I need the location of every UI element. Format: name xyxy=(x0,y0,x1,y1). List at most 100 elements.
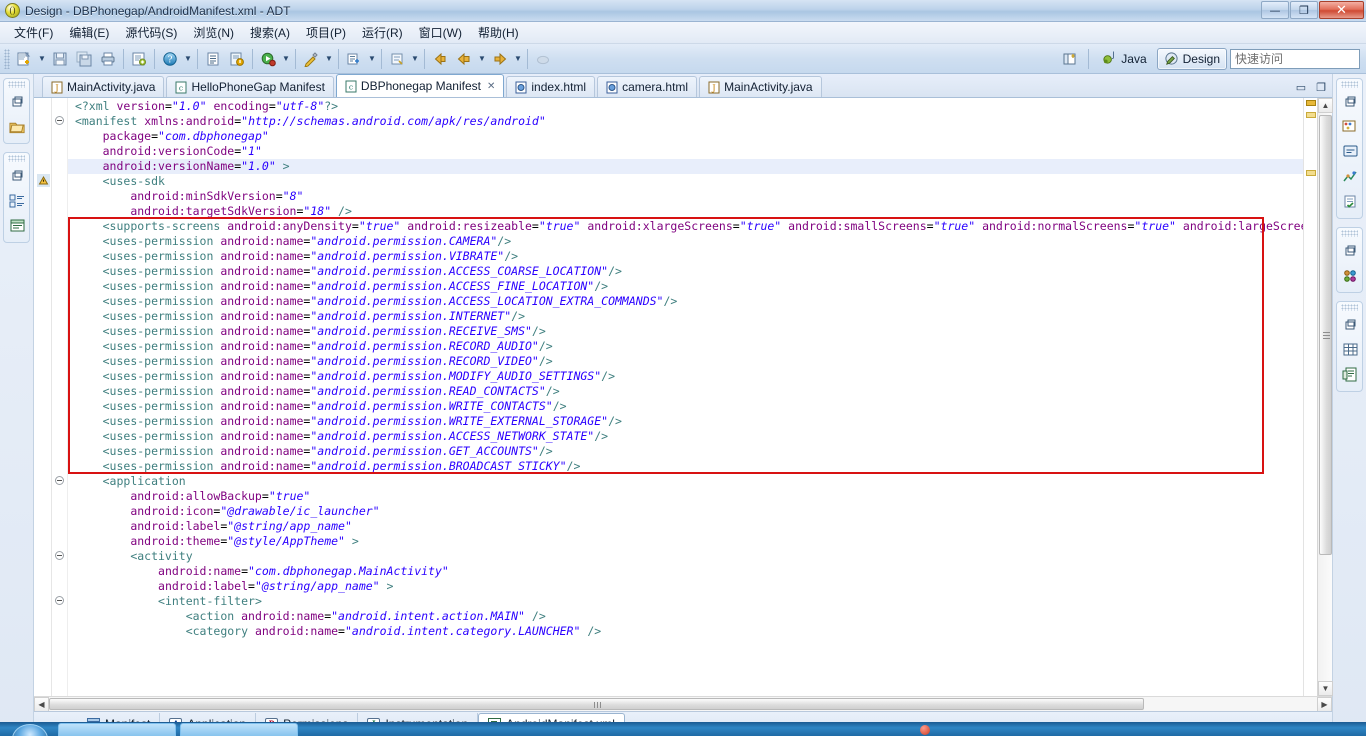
code-line[interactable]: <intent-filter> xyxy=(68,594,1303,609)
code-line[interactable]: android:targetSdkVersion="18" /> xyxy=(68,204,1303,219)
fold-toggle-icon[interactable] xyxy=(55,476,64,485)
code-line[interactable]: <category android:name="android.intent.c… xyxy=(68,624,1303,639)
code-line[interactable]: <uses-permission android:name="android.p… xyxy=(68,234,1303,249)
horizontal-scroll-track[interactable] xyxy=(49,697,1317,711)
editor-tab-dbphonegap-manifest[interactable]: c DBPhonegap Manifest ✕ xyxy=(335,74,505,97)
restore-icon[interactable] xyxy=(1337,90,1363,114)
back-icon[interactable] xyxy=(429,48,451,70)
taskbar-item[interactable] xyxy=(58,723,176,736)
previous-icon[interactable] xyxy=(453,48,475,70)
code-line[interactable]: android:theme="@style/AppTheme" > xyxy=(68,534,1303,549)
restore-icon[interactable] xyxy=(1337,239,1363,263)
code-line[interactable]: <uses-permission android:name="android.p… xyxy=(68,294,1303,309)
outline-icon[interactable] xyxy=(4,189,30,213)
perspective-design[interactable]: Design xyxy=(1156,47,1227,70)
minimize-button[interactable]: — xyxy=(1261,1,1289,19)
code-line[interactable]: <uses-permission android:name="android.p… xyxy=(68,429,1303,444)
code-line[interactable]: android:minSdkVersion="8" xyxy=(68,189,1303,204)
perspective-java[interactable]: J Java xyxy=(1095,48,1153,70)
avd-manager-icon[interactable]: ? xyxy=(159,48,181,70)
code-line[interactable]: <action android:name="android.intent.act… xyxy=(68,609,1303,624)
lint-icon[interactable] xyxy=(1337,165,1363,189)
editor-horizontal-scrollbar[interactable]: ◀ ▶ xyxy=(34,696,1332,712)
rail-grip[interactable] xyxy=(1341,81,1358,88)
minimize-editor-icon[interactable]: ▭ xyxy=(1294,81,1308,94)
menu-navigate[interactable]: 浏览(N) xyxy=(185,22,242,43)
properties-icon[interactable] xyxy=(4,214,30,238)
palette-icon[interactable] xyxy=(1337,115,1363,139)
fold-toggle-icon[interactable] xyxy=(55,596,64,605)
menu-help[interactable]: 帮助(H) xyxy=(470,22,527,43)
code-line[interactable]: android:icon="@drawable/ic_launcher" xyxy=(68,504,1303,519)
new-icon[interactable] xyxy=(13,48,35,70)
save-all-icon[interactable] xyxy=(73,48,95,70)
scroll-right-arrow[interactable]: ▶ xyxy=(1317,697,1332,712)
close-button[interactable]: ✕ xyxy=(1319,1,1364,19)
editor-tab-hellophonegap-manifest[interactable]: c HelloPhoneGap Manifest xyxy=(166,76,334,97)
menu-source[interactable]: 源代码(S) xyxy=(117,22,185,43)
android-sdk-manager-icon[interactable] xyxy=(128,48,150,70)
code-content[interactable]: <?xml version="1.0" encoding="utf-8"?> <… xyxy=(68,98,1303,696)
editor-tab-mainactivity-2[interactable]: J MainActivity.java xyxy=(699,76,822,97)
forward-dropdown-arrow[interactable]: ▼ xyxy=(512,48,524,70)
fold-toggle-icon[interactable] xyxy=(55,551,64,560)
menu-project[interactable]: 项目(P) xyxy=(298,22,354,43)
annotation-icon[interactable] xyxy=(386,48,408,70)
code-line[interactable]: <uses-permission android:name="android.p… xyxy=(68,414,1303,429)
file-explorer-icon[interactable] xyxy=(1337,363,1363,387)
print-icon[interactable] xyxy=(97,48,119,70)
code-line[interactable]: <uses-permission android:name="android.p… xyxy=(68,354,1303,369)
editor-tab-camera-html[interactable]: camera.html xyxy=(597,76,698,97)
start-orb-icon[interactable] xyxy=(12,724,48,736)
restore-button[interactable]: ❐ xyxy=(1290,1,1318,19)
toolbar-grip[interactable] xyxy=(4,48,10,69)
overview-warning-mark[interactable] xyxy=(1306,170,1316,176)
code-line[interactable]: <uses-permission android:name="android.p… xyxy=(68,444,1303,459)
cloud-icon[interactable] xyxy=(532,48,554,70)
code-line[interactable]: android:allowBackup="true" xyxy=(68,489,1303,504)
maximize-editor-icon[interactable]: ❐ xyxy=(1314,81,1328,94)
editor-marker-gutter[interactable] xyxy=(34,98,52,696)
restore-icon[interactable] xyxy=(4,90,30,114)
problems-icon[interactable] xyxy=(1337,190,1363,214)
rail-grip[interactable] xyxy=(8,81,25,88)
code-line[interactable]: android:name="com.dbphonegap.MainActivit… xyxy=(68,564,1303,579)
debug-icon[interactable] xyxy=(257,48,279,70)
rail-grip[interactable] xyxy=(1341,304,1358,311)
code-line[interactable]: <uses-permission android:name="android.p… xyxy=(68,264,1303,279)
code-line[interactable]: <manifest xmlns:android="http://schemas.… xyxy=(68,114,1303,129)
code-line[interactable]: android:label="@string/app_name" > xyxy=(68,579,1303,594)
code-line[interactable]: <uses-permission android:name="android.p… xyxy=(68,459,1303,474)
warning-marker-icon[interactable] xyxy=(37,174,50,187)
code-line[interactable]: <uses-permission android:name="android.p… xyxy=(68,309,1303,324)
devices-icon[interactable] xyxy=(1337,264,1363,288)
code-line[interactable]: <activity xyxy=(68,549,1303,564)
taskbar-item[interactable] xyxy=(180,723,298,736)
restore-icon[interactable] xyxy=(4,164,30,188)
restore-icon[interactable] xyxy=(1337,313,1363,337)
rail-grip[interactable] xyxy=(1341,230,1358,237)
lint-warnings-icon[interactable] xyxy=(226,48,248,70)
code-line[interactable]: <uses-permission android:name="android.p… xyxy=(68,249,1303,264)
editor-folding-column[interactable] xyxy=(52,98,68,696)
debug-dropdown-arrow[interactable]: ▼ xyxy=(280,48,292,70)
code-line[interactable]: <uses-permission android:name="android.p… xyxy=(68,399,1303,414)
previous-dropdown-arrow[interactable]: ▼ xyxy=(476,48,488,70)
new-xml-file-icon[interactable] xyxy=(202,48,224,70)
menu-file[interactable]: 文件(F) xyxy=(6,22,61,43)
menu-edit[interactable]: 编辑(E) xyxy=(61,22,117,43)
editor-tab-mainactivity-1[interactable]: J MainActivity.java xyxy=(42,76,165,97)
tray-icon[interactable] xyxy=(920,725,930,735)
vertical-scroll-thumb[interactable] xyxy=(1319,115,1332,555)
fold-toggle-icon[interactable] xyxy=(55,116,64,125)
scroll-left-arrow[interactable]: ◀ xyxy=(34,697,49,712)
menu-search[interactable]: 搜索(A) xyxy=(242,22,298,43)
code-line[interactable]: <uses-permission android:name="android.p… xyxy=(68,279,1303,294)
open-perspective-icon[interactable] xyxy=(1059,48,1081,70)
new-java-class-icon[interactable] xyxy=(343,48,365,70)
forward-icon[interactable] xyxy=(489,48,511,70)
editor-tab-index-html[interactable]: index.html xyxy=(506,76,596,97)
table-icon[interactable] xyxy=(1337,338,1363,362)
annotation-dropdown-arrow[interactable]: ▼ xyxy=(409,48,421,70)
code-line[interactable]: <supports-screens android:anyDensity="tr… xyxy=(68,219,1303,234)
